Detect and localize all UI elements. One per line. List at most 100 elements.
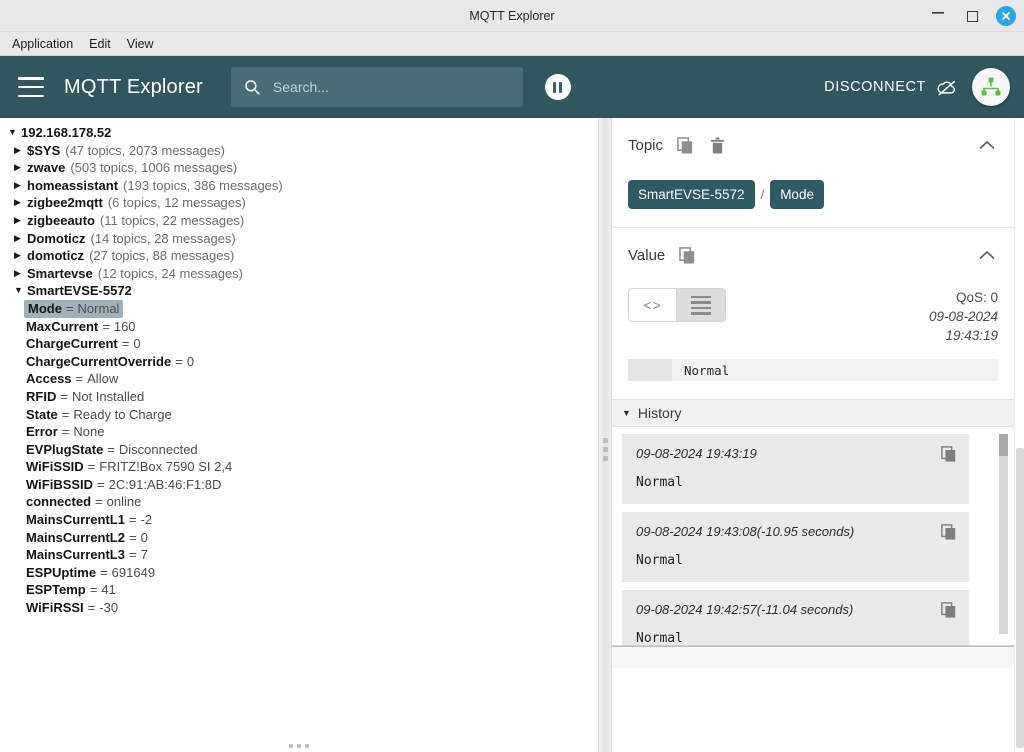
chevron-right-icon[interactable] (14, 212, 27, 230)
menu-item-view[interactable]: View (121, 35, 160, 53)
tree-node-domoticz-lower[interactable]: domoticz (27 topics, 88 messages) (0, 247, 598, 265)
breadcrumb-separator: / (760, 187, 765, 202)
tree-leaf-name: RFID (26, 388, 57, 404)
tree-resize-handle[interactable] (0, 744, 598, 748)
tree-node-homeassistant[interactable]: homeassistant (193 topics, 386 messages) (0, 177, 598, 195)
window-title: MQTT Explorer (469, 8, 555, 23)
tree-leaf-maxcurrent[interactable]: MaxCurrent = 160 (0, 318, 598, 336)
tree-node-smartevse-5572[interactable]: SmartEVSE-5572 (0, 282, 598, 300)
history-scrollbar-thumb[interactable] (999, 434, 1008, 456)
tree-node-zigbee2mqtt[interactable]: zigbee2mqtt (6 topics, 12 messages) (0, 194, 598, 212)
tree-leaf-chargecurrent[interactable]: ChargeCurrent = 0 (0, 335, 598, 353)
trash-icon[interactable] (707, 135, 727, 155)
chevron-right-icon[interactable] (14, 265, 27, 283)
history-scrollbar[interactable] (999, 434, 1008, 634)
maximize-icon (966, 10, 978, 22)
pause-icon-bar-left (553, 81, 557, 93)
tree-leaf-error[interactable]: Error = None (0, 423, 598, 441)
tree-leaf-esptemp[interactable]: ESPTemp = 41 (0, 581, 598, 599)
tree-leaf-value: FRITZ!Box 7590 SI 2,4 (99, 459, 233, 475)
detail-scrollbar-thumb[interactable] (1016, 448, 1024, 748)
tree-leaf-equals: = (60, 388, 68, 404)
tree-leaf-name: WiFiSSID (26, 459, 84, 475)
close-button[interactable] (996, 6, 1016, 26)
tree-leaf-connected[interactable]: connected = online (0, 493, 598, 511)
history-header[interactable]: ▼ History (612, 400, 1014, 427)
history-value: Normal (636, 631, 683, 645)
detail-panel-scrollbar[interactable] (1014, 118, 1024, 752)
tree-leaf-access[interactable]: Access = Allow (0, 370, 598, 388)
disconnect-button[interactable]: DISCONNECT (824, 77, 958, 97)
tree-root-node[interactable]: 192.168.178.52 (0, 124, 598, 142)
detail-scroll-area: Topic SmartEVSE-5572 / Mode Value <> QoS… (612, 118, 1024, 752)
chevron-right-icon[interactable] (14, 194, 27, 212)
tree-leaf-mainscurrentl2[interactable]: MainsCurrentL2 = 0 (0, 529, 598, 547)
tree-root-label: 192.168.178.52 (21, 125, 112, 140)
tree-leaf-value: 41 (101, 582, 116, 598)
tree-leaf-mode[interactable]: Mode = Normal (0, 299, 598, 318)
history-list[interactable]: 09-08-2024 19:43:19 Normal 09-08-2024 19… (612, 427, 1014, 645)
tree-node-zwave[interactable]: zwave (503 topics, 1006 messages) (0, 159, 598, 177)
minimize-button[interactable] (928, 6, 948, 26)
copy-icon[interactable] (675, 135, 695, 155)
value-meta: QoS: 0 09-08-2024 19:43:19 (929, 288, 998, 345)
chevron-up-icon[interactable] (976, 134, 998, 156)
topic-tree-panel[interactable]: 192.168.178.52 $SYS (47 topics, 2073 mes… (0, 118, 598, 752)
history-item[interactable]: 09-08-2024 19:42:57(-11.04 seconds) Norm… (622, 590, 969, 645)
tree-leaf-state[interactable]: State = Ready to Charge (0, 406, 598, 424)
tree-node-domoticz-upper[interactable]: Domoticz (14 topics, 28 messages) (0, 230, 598, 248)
chevron-right-icon[interactable] (14, 142, 27, 160)
menu-item-application[interactable]: Application (6, 35, 79, 53)
history-item[interactable]: 09-08-2024 19:43:08(-10.95 seconds) Norm… (622, 512, 969, 582)
avatar[interactable] (972, 68, 1010, 106)
splitter-grip-icon (599, 438, 611, 461)
chevron-up-icon[interactable] (976, 244, 998, 266)
tree-leaf-evplugstate[interactable]: EVPlugState = Disconnected (0, 441, 598, 459)
chevron-right-icon[interactable] (14, 247, 27, 265)
tree-leaf-equals: = (97, 476, 105, 492)
tree-node-meta: (12 topics, 24 messages) (97, 265, 244, 281)
tree-leaf-rfid[interactable]: RFID = Not Installed (0, 388, 598, 406)
history-item[interactable]: 09-08-2024 19:43:19 Normal (622, 434, 969, 504)
tree-leaf-name: WiFiBSSID (26, 476, 94, 492)
chevron-down-icon[interactable] (8, 124, 21, 142)
maximize-button[interactable] (962, 6, 982, 26)
copy-icon[interactable] (941, 524, 957, 545)
search-input[interactable] (272, 79, 511, 95)
copy-icon[interactable] (941, 602, 957, 623)
tree-leaf-wifibssid[interactable]: WiFiBSSID = 2C:91:AB:46:F1:8D (0, 476, 598, 494)
history-scrollbar-track[interactable] (999, 456, 1008, 634)
chevron-right-icon[interactable] (14, 177, 27, 195)
breadcrumb-chip-mode[interactable]: Mode (770, 180, 824, 209)
tree-node-label: Smartevse (27, 265, 93, 281)
tree-node-zigbeeauto[interactable]: zigbeeauto (11 topics, 22 messages) (0, 212, 598, 230)
formatted-view-button[interactable] (677, 289, 725, 321)
tree-leaf-mainscurrentl3[interactable]: MainsCurrentL3 = 7 (0, 546, 598, 564)
pause-button[interactable] (544, 74, 571, 100)
tree-leaf-chargecurrentoverride[interactable]: ChargeCurrentOverride = 0 (0, 353, 598, 371)
tree-node-sys[interactable]: $SYS (47 topics, 2073 messages) (0, 142, 598, 160)
menu-item-edit[interactable]: Edit (83, 35, 117, 53)
copy-icon[interactable] (941, 446, 957, 467)
tree-leaf-name: ESPTemp (26, 582, 86, 598)
tree-leaf-espuptime[interactable]: ESPUptime = 691649 (0, 564, 598, 582)
chevron-down-icon[interactable] (14, 282, 27, 300)
tree-node-smartevse[interactable]: Smartevse (12 topics, 24 messages) (0, 265, 598, 283)
chevron-right-icon[interactable] (14, 230, 27, 248)
app-toolbar: MQTT Explorer DISCONNECT (0, 56, 1024, 118)
breadcrumb-chip-device[interactable]: SmartEVSE-5572 (628, 180, 755, 209)
topic-detail-panel: Topic SmartEVSE-5572 / Mode Value <> QoS… (612, 118, 1024, 752)
topic-card-title: Topic (628, 136, 664, 154)
tree-leaf-wifirssi[interactable]: WiFiRSSI = -30 (0, 599, 598, 617)
chevron-right-icon[interactable] (14, 159, 27, 177)
hamburger-icon[interactable] (18, 77, 44, 97)
raw-view-button[interactable]: <> (629, 289, 677, 321)
tree-leaf-mainscurrentl1[interactable]: MainsCurrentL1 = -2 (0, 511, 598, 529)
copy-icon[interactable] (677, 245, 697, 265)
panel-splitter[interactable] (598, 118, 612, 752)
tree-leaf-name: MainsCurrentL3 (26, 547, 125, 563)
search-box[interactable] (230, 67, 523, 107)
tree-leaf-wifissid[interactable]: WiFiSSID = FRITZ!Box 7590 SI 2,4 (0, 458, 598, 476)
tree-node-label: zigbeeauto (27, 212, 95, 228)
raw-view-label: <> (643, 297, 662, 313)
